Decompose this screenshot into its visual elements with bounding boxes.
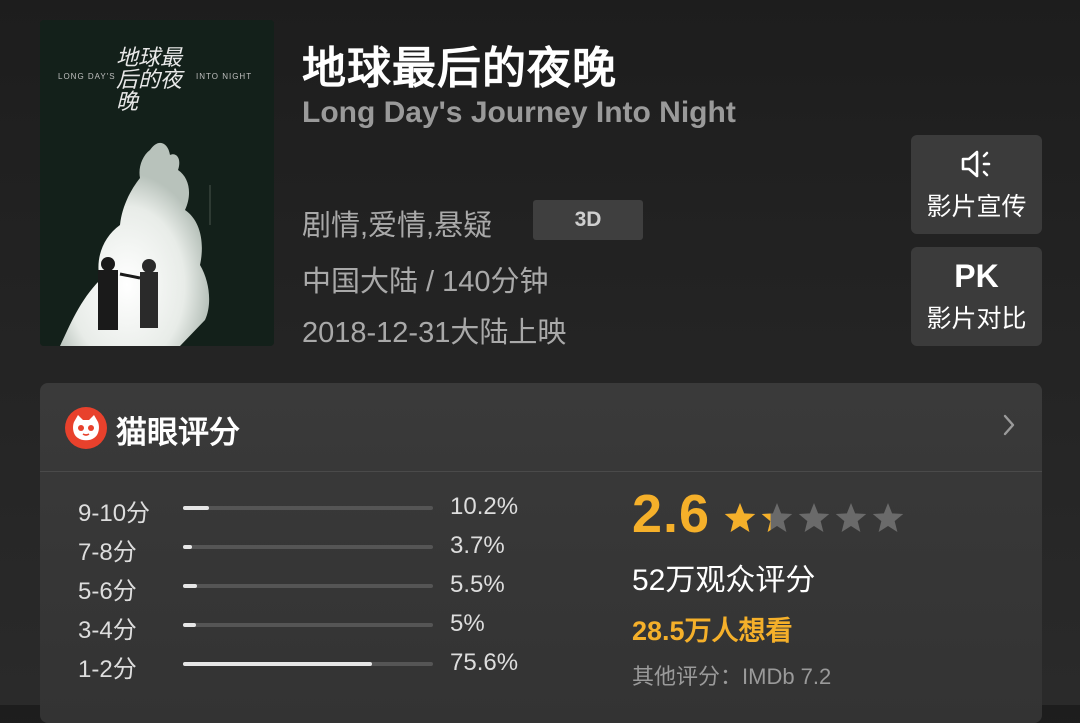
distribution-row: 3-4分 5% (78, 610, 548, 644)
distribution-percent: 3.7% (450, 532, 505, 559)
distribution-range: 3-4分 (78, 617, 137, 644)
poster-title-art: 地球最后的夜晚 (116, 46, 183, 115)
distribution-percent: 5% (450, 610, 485, 637)
distribution-row: 5-6分 5.5% (78, 571, 548, 605)
poster-en-left: LONG DAY'S (58, 72, 116, 81)
distribution-range: 9-10分 (78, 500, 151, 527)
star-filled-icon (724, 503, 756, 532)
poster-en-right: INTO NIGHT (196, 72, 253, 81)
distribution-fill (183, 506, 209, 510)
star-icon (872, 503, 904, 532)
compare-label: 影片对比 (926, 304, 1027, 333)
rating-brand-title: 猫眼评分 (116, 415, 240, 450)
distribution-fill (183, 584, 197, 588)
pk-icon: PK (954, 257, 999, 294)
rating-stars (724, 503, 904, 532)
distribution-track (183, 584, 433, 588)
movie-poster[interactable]: 地球最后的夜晚 LONG DAY'S INTO NIGHT (40, 20, 274, 346)
distribution-percent: 5.5% (450, 571, 505, 598)
distribution-range: 1-2分 (78, 656, 137, 683)
movie-english-title: Long Day's Journey Into Night (302, 96, 736, 129)
compare-button[interactable]: PK 影片对比 (911, 247, 1042, 346)
distribution-row: 1-2分 75.6% (78, 649, 548, 683)
rating-card: 猫眼评分 9-10分 10.2% 7-8分 3.7% 5-6分 5.5% 3-4分 5% 1-2… (40, 383, 1042, 723)
chevron-right-icon[interactable] (1002, 411, 1016, 439)
movie-genres: 剧情,爱情,悬疑 (302, 210, 493, 242)
rating-viewers: 52万观众评分 (632, 564, 816, 597)
distribution-track (183, 662, 433, 666)
distribution-fill (183, 545, 192, 549)
want-to-see-count: 28.5万人想看 (632, 616, 793, 646)
movie-release-date: 2018-12-31大陆上映 (302, 317, 567, 349)
promo-label: 影片宣传 (926, 192, 1027, 221)
rating-score: 2.6 (632, 484, 711, 544)
distribution-fill (183, 662, 372, 666)
star-icon (835, 503, 867, 532)
distribution-row: 9-10分 10.2% (78, 493, 548, 527)
distribution-range: 7-8分 (78, 539, 137, 566)
distribution-track (183, 623, 433, 627)
distribution-fill (183, 623, 196, 627)
rating-header[interactable]: 猫眼评分 (40, 383, 1042, 472)
distribution-row: 7-8分 3.7% (78, 532, 548, 566)
distribution-range: 5-6分 (78, 578, 137, 605)
distribution-track (183, 506, 433, 510)
movie-title: 地球最后的夜晚 (302, 44, 617, 93)
promo-button[interactable]: 影片宣传 (911, 135, 1042, 234)
movie-region-duration: 中国大陆 / 140分钟 (302, 266, 549, 298)
star-icon (798, 503, 830, 532)
distribution-track (183, 545, 433, 549)
distribution-percent: 75.6% (450, 649, 519, 676)
cat-logo-icon (65, 407, 107, 449)
other-ratings: 其他评分：IMDb 7.2 (632, 664, 832, 689)
distribution-percent: 10.2% (450, 493, 519, 520)
speaker-icon (961, 150, 990, 177)
format-badge: 3D (533, 200, 643, 240)
